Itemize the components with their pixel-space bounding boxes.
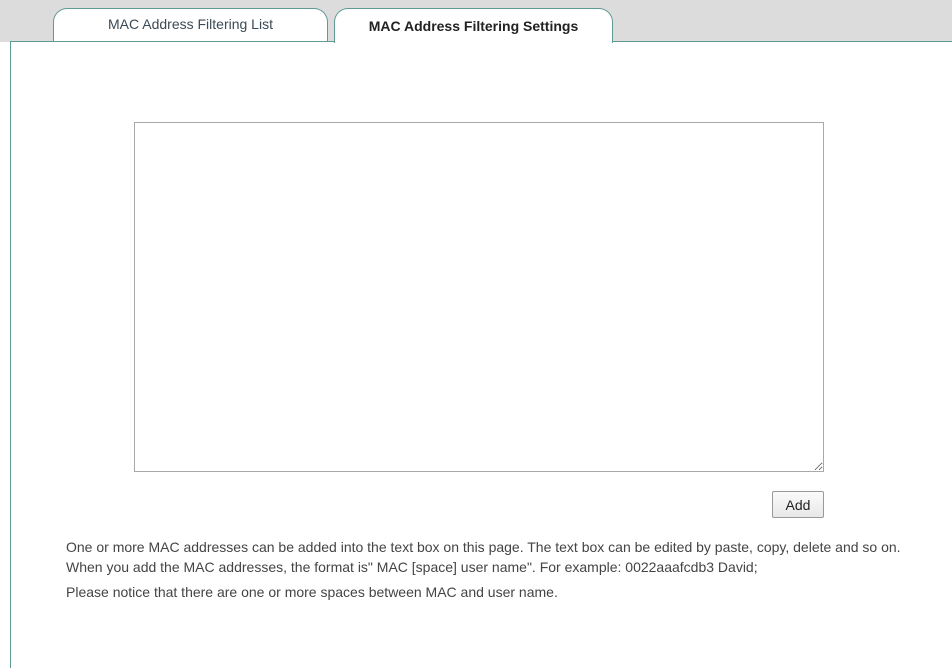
tab-label: MAC Address Filtering Settings — [368, 18, 579, 34]
help-note: Please notice that there are one or more… — [66, 584, 558, 600]
mac-address-textbox[interactable] — [134, 122, 824, 472]
help-note: One or more MAC addresses can be added i… — [66, 539, 901, 555]
help-note: When you add the MAC addresses, the form… — [66, 559, 758, 575]
tab-mac-address-filtering-settings[interactable]: MAC Address Filtering Settings — [334, 8, 613, 43]
add-button[interactable]: Add — [772, 491, 824, 518]
tab-label: MAC Address Filtering List — [108, 16, 273, 32]
help-notes: One or more MAC addresses can be added i… — [66, 539, 926, 601]
tab-mac-address-filtering-list[interactable]: MAC Address Filtering List — [53, 8, 328, 41]
page: MAC Address Filtering List MAC Address F… — [0, 0, 952, 668]
